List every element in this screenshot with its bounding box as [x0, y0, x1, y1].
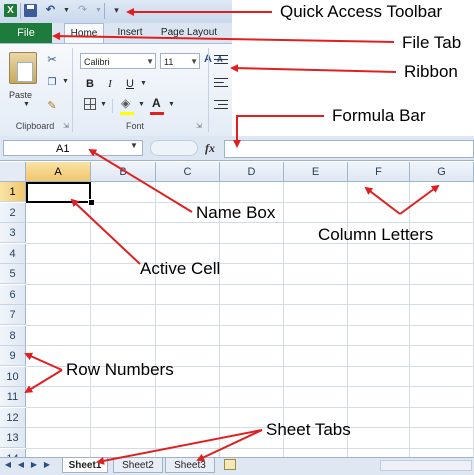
- label-quick-access-toolbar: Quick Access Toolbar: [280, 2, 443, 21]
- label-row-numbers: Row Numbers: [66, 360, 174, 379]
- label-name-box: Name Box: [196, 203, 276, 222]
- label-active-cell: Active Cell: [140, 259, 221, 278]
- arrow-row-numbers-11: [24, 369, 63, 394]
- label-ribbon: Ribbon: [404, 62, 458, 81]
- arrow-name-box: [88, 148, 193, 213]
- label-file-tab: File Tab: [402, 33, 462, 52]
- label-sheet-tabs: Sheet Tabs: [266, 420, 351, 439]
- arrow-formula-bar: [233, 115, 324, 148]
- arrow-sheet-tabs-1: [96, 429, 263, 465]
- arrow-row-numbers-9: [24, 352, 63, 371]
- arrow-ribbon: [230, 64, 397, 73]
- arrow-column-letters-f: [364, 186, 401, 215]
- arrow-active-cell: [70, 198, 141, 265]
- arrow-sheet-tabs-3: [196, 429, 263, 462]
- arrow-file-tab: [52, 32, 395, 43]
- label-column-letters: Column Letters: [318, 225, 434, 244]
- arrow-column-letters-g: [399, 184, 440, 215]
- label-formula-bar: Formula Bar: [332, 106, 426, 125]
